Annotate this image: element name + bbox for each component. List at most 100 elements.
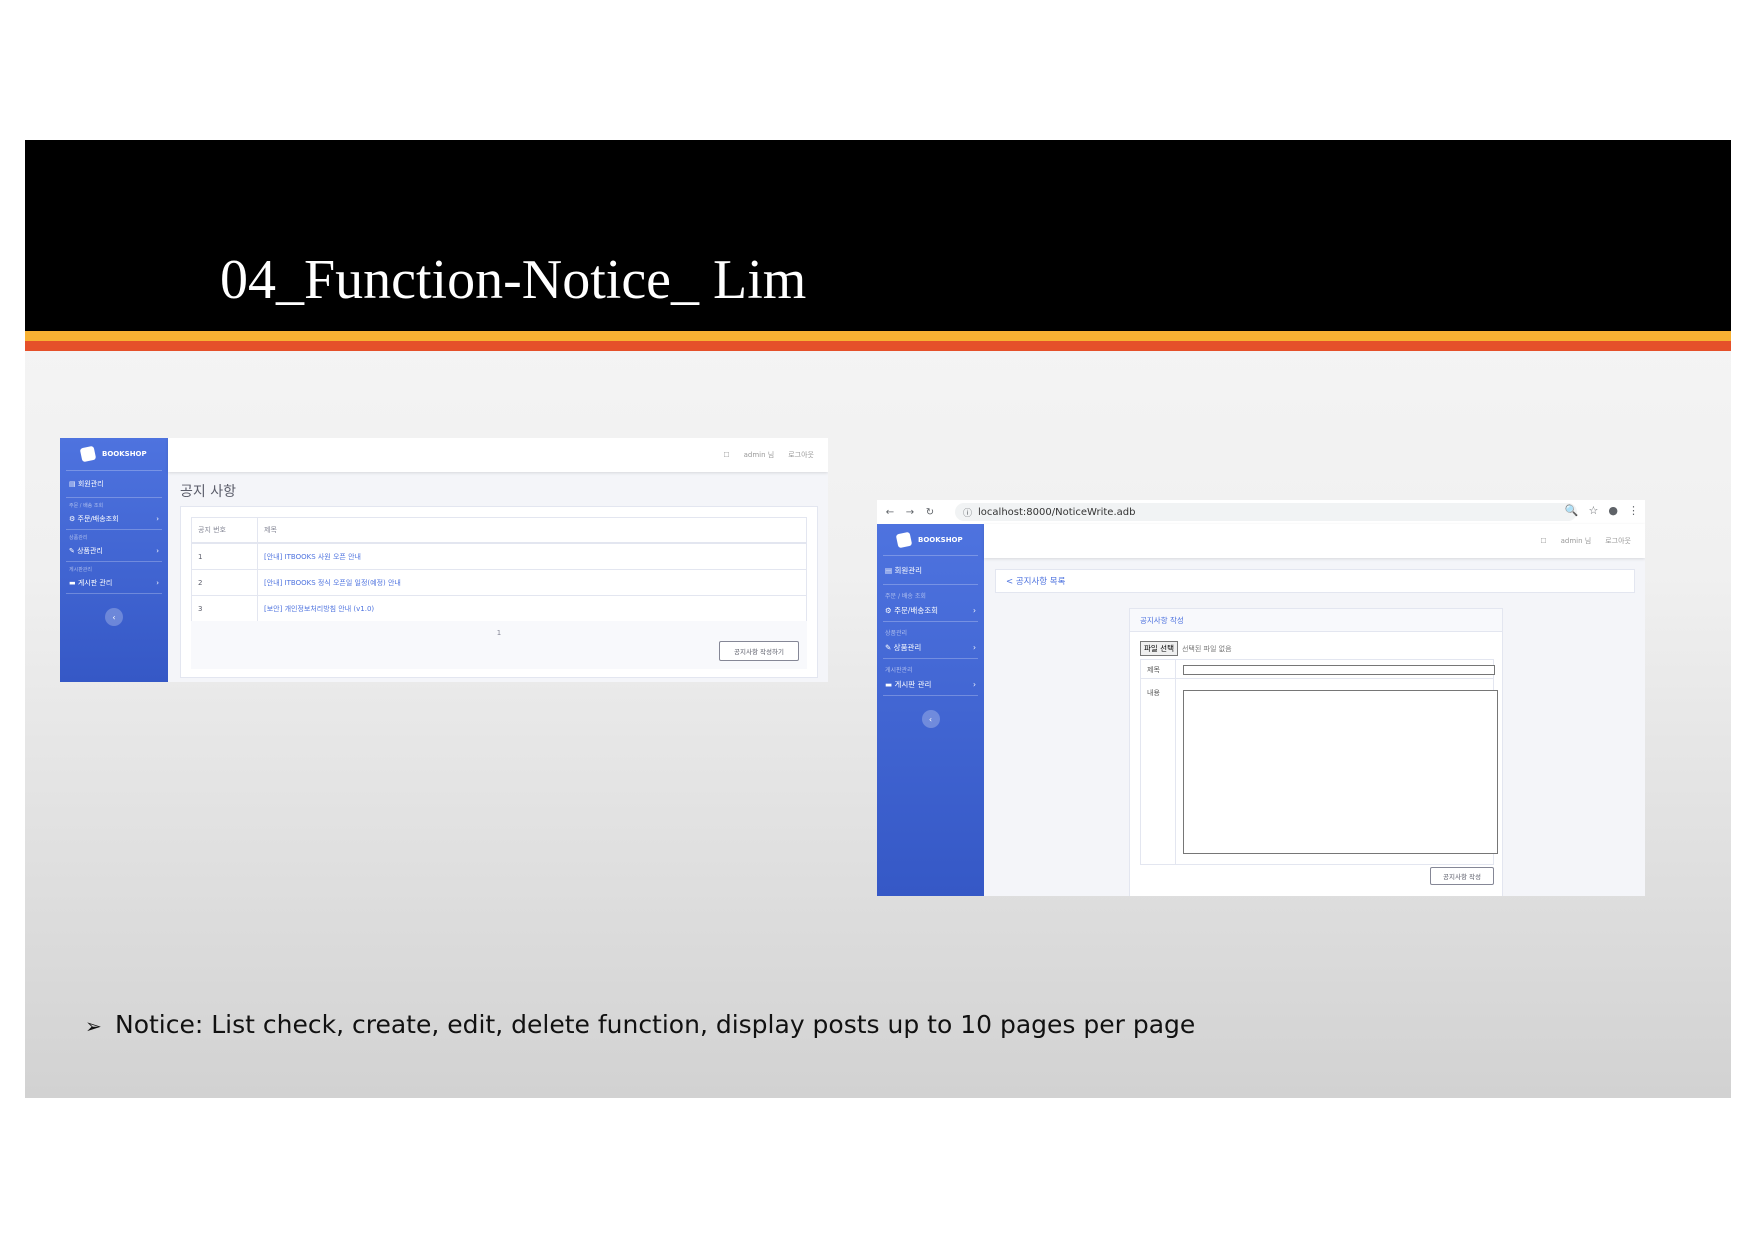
brand[interactable]: BOOKSHOP	[883, 524, 978, 556]
topbar: ☐ admin 님 로그아웃	[984, 524, 1645, 558]
notice-title-link[interactable]: [안내] ITBOOKS 정식 오픈일 일정(예정) 안내	[257, 569, 807, 596]
sidebar-item-label: ▬ 게시판 관리	[885, 680, 932, 689]
notice-write-card: 공지사항 작성 파일 선택 선택된 파일 없음 제목 내용 공지사항 작성	[1129, 608, 1503, 896]
table-row[interactable]: 3 [보안] 개인정보처리방침 안내 (v1.0)	[191, 595, 807, 622]
user-name[interactable]: admin 님	[1561, 536, 1592, 546]
notice-write-screenshot: ← → ↻ ⓘ localhost:8000/NoticeWrite.adb 🔍…	[877, 500, 1645, 896]
sidebar-heading-products: 상품관리	[69, 535, 88, 541]
sidebar-item-label: ▤ 회원관리	[69, 480, 104, 488]
notice-list-screenshot: BOOKSHOP ▤ 회원관리 주문 / 배송 조회 ⚙ 주문/배송조회 › 상품…	[60, 438, 828, 682]
logout-link[interactable]: 로그아웃	[788, 450, 814, 460]
sidebar-toggle-button[interactable]: ‹	[921, 710, 940, 728]
title-bar: 04_Function-Notice_ Lim	[25, 140, 1731, 331]
submit-notice-button[interactable]: 공지사항 작성	[1430, 867, 1494, 885]
sidebar-item-board[interactable]: ▬ 게시판 관리 ›	[60, 573, 168, 593]
file-status: 선택된 파일 없음	[1181, 644, 1232, 653]
sidebar-item-orders[interactable]: ⚙ 주문/배송조회 ›	[60, 509, 168, 529]
sidebar-divider	[66, 593, 162, 594]
info-icon[interactable]: ⓘ	[963, 506, 972, 519]
chevron-right-icon: ›	[973, 680, 976, 689]
address-bar[interactable]: ⓘ localhost:8000/NoticeWrite.adb	[955, 503, 1577, 521]
title-label: 제목	[1147, 666, 1160, 674]
sidebar-divider	[883, 695, 978, 696]
reload-icon[interactable]: ↻	[923, 507, 937, 518]
bullet-label: Notice: List check, create, edit, delete…	[115, 1010, 1196, 1039]
notice-number: 1	[191, 543, 258, 570]
topbar: ☐ admin 님 로그아웃	[168, 438, 828, 472]
sidebar-heading-board: 게시판관리	[69, 567, 93, 573]
chevron-right-icon: ›	[156, 547, 159, 555]
file-upload: 파일 선택 선택된 파일 없음	[1140, 641, 1232, 656]
book-logo-icon	[79, 445, 97, 463]
sidebar-item-label: ✎ 상품관리	[69, 547, 103, 555]
sidebar-item-members[interactable]: ▤ 회원관리	[877, 556, 984, 584]
bullet-arrow-icon: ➢	[85, 1014, 102, 1038]
sidebar-item-orders[interactable]: ⚙ 주문/배송조회 ›	[877, 600, 984, 621]
sidebar-item-label: ⚙ 주문/배송조회	[885, 606, 939, 615]
user-name[interactable]: admin 님	[744, 450, 775, 460]
card-header: 공지사항 작성	[1130, 609, 1502, 632]
file-select-button[interactable]: 파일 선택	[1140, 641, 1178, 656]
brand[interactable]: BOOKSHOP	[66, 438, 162, 471]
write-notice-button[interactable]: 공지사항 작성하기	[719, 641, 799, 661]
notice-form: 제목 내용	[1140, 659, 1498, 865]
browser-actions: 🔍 ☆ ● ⋮	[1565, 504, 1639, 517]
app-viewport: BOOKSHOP ▤ 회원관리 주문 / 배송 조회 ⚙ 주문/배송조회 › 상품…	[877, 524, 1645, 896]
form-divider	[1141, 678, 1493, 679]
sidebar-heading-orders: 주문 / 배송 조회	[69, 503, 104, 509]
sidebar-item-board[interactable]: ▬ 게시판 관리 ›	[877, 674, 984, 695]
message-icon[interactable]: ☐	[1540, 537, 1546, 545]
zoom-icon[interactable]: 🔍	[1565, 504, 1579, 517]
notice-number: 3	[191, 595, 258, 622]
chevron-right-icon: ›	[973, 643, 976, 652]
column-header-number: 공지 번호	[191, 517, 258, 544]
sidebar-item-products[interactable]: ✎ 상품관리 ›	[877, 637, 984, 658]
accent-stripe-orange	[25, 341, 1731, 351]
page-title: 공지 사항	[180, 484, 236, 500]
notice-title-link[interactable]: [보안] 개인정보처리방침 안내 (v1.0)	[257, 595, 807, 622]
sidebar: BOOKSHOP ▤ 회원관리 주문 / 배송 조회 ⚙ 주문/배송조회 › 상품…	[877, 524, 984, 896]
chevron-right-icon: ›	[973, 606, 976, 615]
form-divider	[1175, 660, 1176, 864]
sidebar-item-label: ▬ 게시판 관리	[69, 579, 113, 587]
star-icon[interactable]: ☆	[1589, 504, 1599, 517]
sidebar-heading-board: 게시판관리	[885, 667, 913, 674]
content-textarea[interactable]	[1183, 690, 1498, 854]
sidebar-heading-orders: 주문 / 배송 조회	[885, 593, 926, 600]
pagination-area: 1 공지사항 작성하기	[191, 621, 807, 669]
column-header-title: 제목	[257, 517, 807, 544]
menu-icon[interactable]: ⋮	[1628, 504, 1639, 517]
account-icon[interactable]: ●	[1608, 504, 1618, 517]
chevron-right-icon: ›	[156, 579, 159, 587]
sidebar-heading-products: 상품관리	[885, 630, 908, 637]
logout-link[interactable]: 로그아웃	[1605, 536, 1631, 546]
forward-arrow-icon[interactable]: →	[903, 507, 917, 518]
sidebar-item-products[interactable]: ✎ 상품관리 ›	[60, 541, 168, 561]
brand-label: BOOKSHOP	[102, 450, 147, 458]
notice-card: 공지 번호 제목 1 [안내] ITBOOKS 사원 오픈 안내 2 [안내] …	[180, 506, 818, 678]
sidebar: BOOKSHOP ▤ 회원관리 주문 / 배송 조회 ⚙ 주문/배송조회 › 상품…	[60, 438, 168, 682]
book-logo-icon	[895, 531, 913, 548]
table-row[interactable]: 2 [안내] ITBOOKS 정식 오픈일 일정(예정) 안내	[191, 569, 807, 596]
sidebar-item-label: ▤ 회원관리	[885, 565, 923, 575]
slide-title: 04_Function-Notice_ Lim	[220, 249, 807, 311]
back-to-list-link[interactable]: < 공지사항 목록	[995, 569, 1635, 593]
title-input[interactable]	[1183, 665, 1495, 675]
notice-title-link[interactable]: [안내] ITBOOKS 사원 오픈 안내	[257, 543, 807, 570]
chevron-right-icon: ›	[156, 515, 159, 523]
table-row[interactable]: 1 [안내] ITBOOKS 사원 오픈 안내	[191, 543, 807, 570]
message-icon[interactable]: ☐	[723, 451, 729, 459]
sidebar-toggle-button[interactable]: ‹	[105, 608, 123, 626]
notice-number: 2	[191, 569, 258, 596]
sidebar-item-label: ⚙ 주문/배송조회	[69, 515, 119, 523]
page-number-link[interactable]: 1	[191, 629, 807, 637]
sidebar-item-members[interactable]: ▤ 회원관리	[60, 471, 168, 497]
browser-toolbar: ← → ↻ ⓘ localhost:8000/NoticeWrite.adb 🔍…	[877, 500, 1645, 524]
brand-label: BOOKSHOP	[918, 535, 963, 544]
notice-table: 공지 번호 제목 1 [안내] ITBOOKS 사원 오픈 안내 2 [안내] …	[191, 517, 807, 622]
back-arrow-icon[interactable]: ←	[883, 507, 897, 518]
table-header-row: 공지 번호 제목	[191, 517, 807, 544]
url-text: localhost:8000/NoticeWrite.adb	[978, 506, 1136, 518]
content-label: 내용	[1147, 689, 1160, 697]
bullet-text: ➢ Notice: List check, create, edit, delet…	[85, 1010, 1195, 1039]
